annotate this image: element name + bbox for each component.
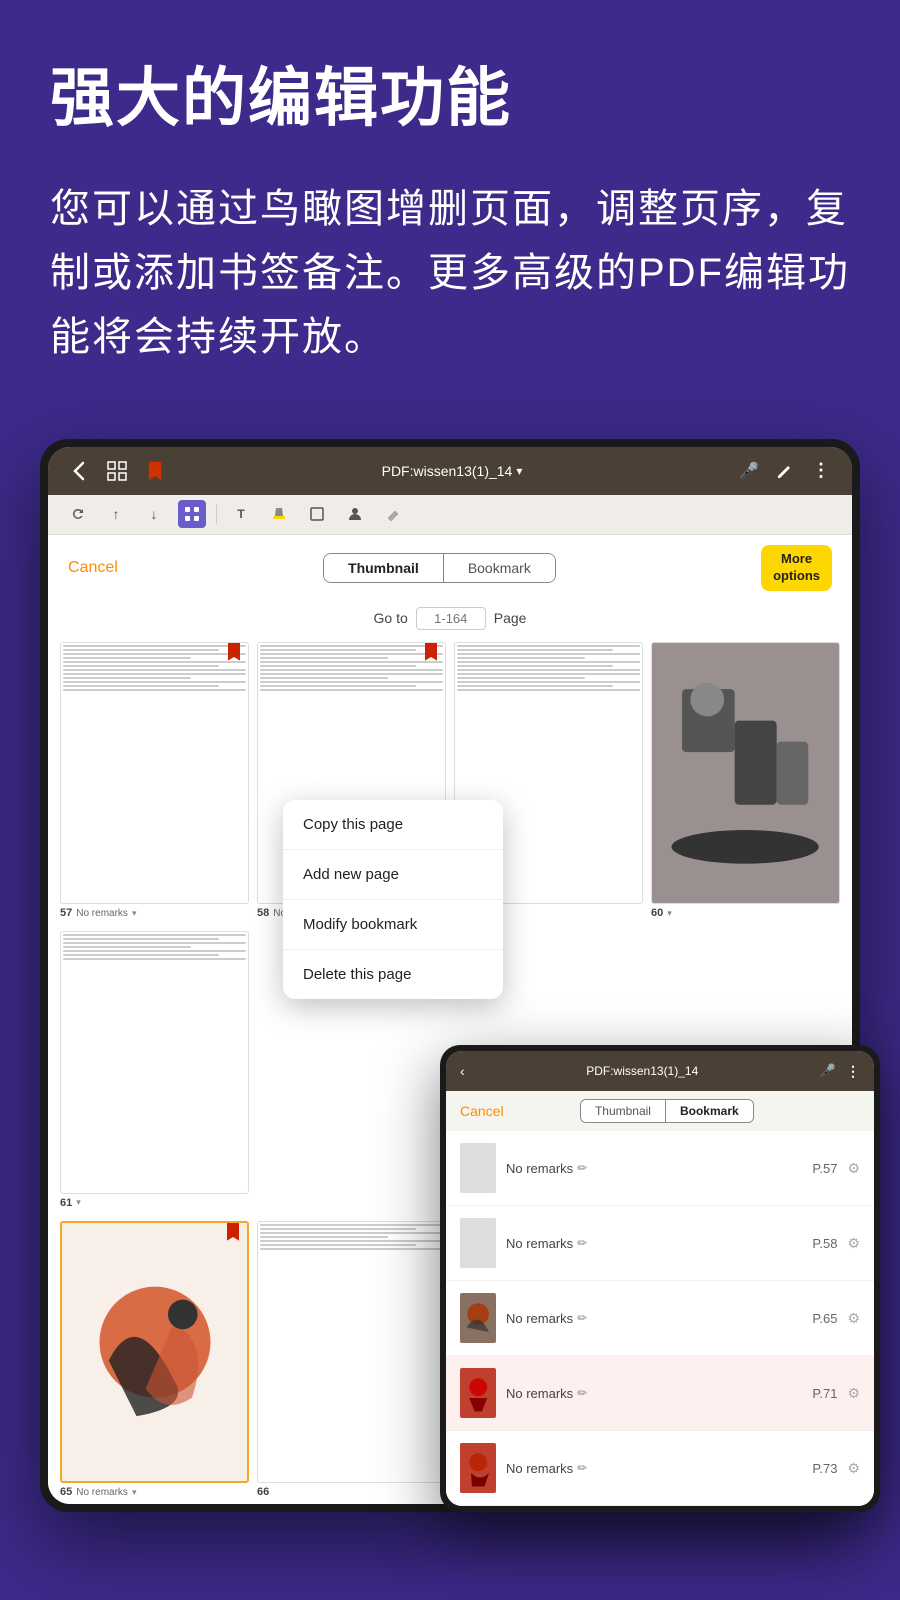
toolbar-btn-grid[interactable] [178,500,206,528]
more-menu-icon[interactable]: ⋮ [810,460,832,482]
gear-icon-p71[interactable]: ⚙ [847,1385,860,1402]
edit-icon-p65[interactable]: ✏ [577,1311,587,1325]
bookmark-thumb-p73 [460,1443,496,1493]
bookmark-item-p71[interactable]: No remarks ✏ P.71 ⚙ [446,1356,874,1431]
edit-icon-p73[interactable]: ✏ [577,1461,587,1475]
page-lines-59 [455,643,642,693]
page-cell-57[interactable]: 57 No remarks ▾ [56,636,253,926]
sec-mic-icon[interactable]: 🎤 [820,1063,836,1079]
secondary-status-bar: ‹ PDF:wissen13(1)_14 🎤 ⋮ [446,1051,874,1091]
page-cell-66[interactable]: 66 [253,1215,450,1505]
thumb-controls: Cancel Thumbnail Bookmark More options [48,535,852,601]
tablet-status-bar: PDF:wissen13(1)_14 ▾ 🎤 ⋮ [48,447,852,495]
toolbar-btn-text[interactable]: T [227,500,255,528]
tablet-secondary-screen: ‹ PDF:wissen13(1)_14 🎤 ⋮ Cancel Thumbnai… [446,1051,874,1506]
page-thumb-60[interactable] [651,642,840,905]
toolbar-btn-up[interactable]: ↑ [102,500,130,528]
sub-description: 您可以通过鸟瞰图增删页面，调整页序，复制或添加书签备注。更多高级的PDF编辑功能… [50,177,850,369]
sec-bookmark-tab[interactable]: Bookmark [666,1100,753,1122]
page-label-61: 61 ▾ [60,1197,249,1209]
more-options-button[interactable]: More options [761,545,832,591]
status-title: PDF:wissen13(1)_14 ▾ [382,463,523,479]
bookmark-thumb-p65 [460,1293,496,1343]
bookmark-item-p73[interactable]: No remarks ✏ P.73 ⚙ [446,1431,874,1506]
status-right-icons: 🎤 ⋮ [738,460,832,482]
status-left-icons [68,460,166,482]
page-label-66: 66 [257,1486,446,1498]
thumbnail-tab[interactable]: Thumbnail [324,554,443,582]
bookmark-info-p71: No remarks ✏ [506,1386,802,1401]
gear-icon-p65[interactable]: ⚙ [847,1310,860,1327]
bookmark-item-p58[interactable]: No remarks ✏ P.58 ⚙ [446,1206,874,1281]
page-label-57: 57 No remarks ▾ [60,907,249,919]
device-area: PDF:wissen13(1)_14 ▾ 🎤 ⋮ ↑ ↓ [0,439,900,1512]
page-label-65: 65 No remarks ▾ [60,1486,249,1498]
toolbar-btn-highlight[interactable] [265,500,293,528]
toolbar: ↑ ↓ T [48,495,852,535]
page-label-60: 60 ▾ [651,907,840,919]
context-menu: Copy this page Add new page Modify bookm… [283,800,503,999]
sec-tab-group: Thumbnail Bookmark [580,1099,754,1123]
toolbar-btn-undo[interactable] [64,500,92,528]
bookmark-info-p65: No remarks ✏ [506,1311,802,1326]
page-label: Page [494,610,527,626]
page-lines-58 [258,643,445,693]
bookmark-info-p58: No remarks ✏ [506,1236,802,1251]
page-thumb-66[interactable] [257,1221,446,1484]
sec-more-icon[interactable]: ⋮ [846,1063,860,1080]
toolbar-btn-down[interactable]: ↓ [140,500,168,528]
page-lines-57 [61,643,248,693]
edit-icon-p71[interactable]: ✏ [577,1386,587,1400]
goto-label: Go to [374,610,408,626]
toolbar-separator [216,504,217,524]
header-section: 强大的编辑功能 您可以通过鸟瞰图增删页面，调整页序，复制或添加书签备注。更多高级… [0,0,900,399]
page-cell-61[interactable]: 61 ▾ [56,925,253,1215]
tab-group: Thumbnail Bookmark [323,553,556,583]
sec-back-icon[interactable]: ‹ [460,1063,465,1079]
page-thumb-57[interactable] [60,642,249,905]
main-title: 强大的编辑功能 [50,60,850,137]
goto-row: Go to Page [48,601,852,636]
mic-icon[interactable]: 🎤 [738,460,760,482]
sec-cancel-button[interactable]: Cancel [460,1103,504,1119]
bookmark-info-p57: No remarks ✏ [506,1161,802,1176]
bookmark-thumb-p71 [460,1368,496,1418]
sec-thumbnail-tab[interactable]: Thumbnail [581,1100,665,1122]
cancel-button[interactable]: Cancel [68,559,118,577]
context-delete-page[interactable]: Delete this page [283,950,503,999]
grid-icon[interactable] [106,460,128,482]
gear-icon-p57[interactable]: ⚙ [847,1160,860,1177]
bookmark-item-p65[interactable]: No remarks ✏ P.65 ⚙ [446,1281,874,1356]
bookmark-thumb-p57 [460,1143,496,1193]
bookmark-item-p57[interactable]: No remarks ✏ P.57 ⚙ [446,1131,874,1206]
page-illustration-60 [652,643,839,904]
goto-input[interactable] [416,607,486,630]
edit-icon-p58[interactable]: ✏ [577,1236,587,1250]
context-add-page[interactable]: Add new page [283,850,503,900]
secondary-controls: Cancel Thumbnail Bookmark [446,1091,874,1131]
toolbar-btn-avatar[interactable] [341,500,369,528]
bookmark-tab[interactable]: Bookmark [444,554,555,582]
bookmark-list: No remarks ✏ P.57 ⚙ [446,1131,874,1506]
page-thumb-65[interactable] [60,1221,249,1484]
pen-icon[interactable] [774,460,796,482]
gear-icon-p73[interactable]: ⚙ [847,1460,860,1477]
back-icon[interactable] [68,460,90,482]
gear-icon-p58[interactable]: ⚙ [847,1235,860,1252]
toolbar-btn-eraser[interactable] [379,500,407,528]
page-lines-66 [258,1222,445,1252]
page-thumb-61[interactable] [60,931,249,1194]
sec-title: PDF:wissen13(1)_14 [586,1064,698,1078]
edit-icon-p57[interactable]: ✏ [577,1161,587,1175]
page-lines-61 [61,932,248,962]
page-cell-60[interactable]: 60 ▾ [647,636,844,926]
context-copy-page[interactable]: Copy this page [283,800,503,850]
toolbar-btn-shape[interactable] [303,500,331,528]
page-cell-65[interactable]: 65 No remarks ▾ [56,1215,253,1505]
bookmark-icon[interactable] [144,460,166,482]
bookmark-thumb-p58 [460,1218,496,1268]
context-modify-bookmark[interactable]: Modify bookmark [283,900,503,950]
bookmark-info-p73: No remarks ✏ [506,1461,802,1476]
tablet-secondary: ‹ PDF:wissen13(1)_14 🎤 ⋮ Cancel Thumbnai… [440,1045,880,1512]
